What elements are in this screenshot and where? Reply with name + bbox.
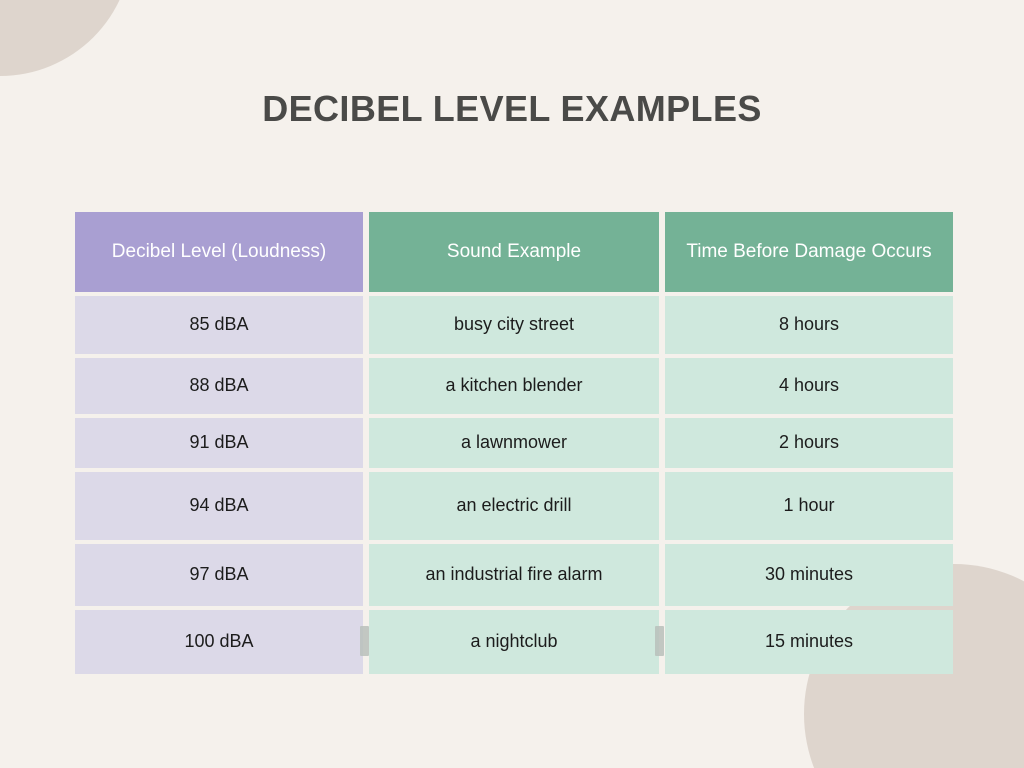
table-row: 91 dBA a lawnmower 2 hours <box>75 418 953 468</box>
cell-decibel-level: 100 dBA <box>75 610 363 674</box>
cell-sound-example: busy city street <box>369 296 659 354</box>
cell-time-before-damage: 4 hours <box>665 358 953 414</box>
column-resize-handle-2[interactable] <box>655 626 664 656</box>
cell-decibel-level: 97 dBA <box>75 544 363 606</box>
cell-decibel-level: 88 dBA <box>75 358 363 414</box>
table-header-cell-sound-example: Sound Example <box>369 212 659 292</box>
table-row: 100 dBA a nightclub 15 minutes <box>75 610 953 674</box>
cell-sound-example: an industrial fire alarm <box>369 544 659 606</box>
table-header-row: Decibel Level (Loudness) Sound Example T… <box>75 212 953 292</box>
decor-circle-top-left <box>0 0 132 76</box>
cell-time-before-damage: 2 hours <box>665 418 953 468</box>
table-row: 97 dBA an industrial fire alarm 30 minut… <box>75 544 953 606</box>
cell-time-before-damage: 1 hour <box>665 472 953 540</box>
cell-time-before-damage: 8 hours <box>665 296 953 354</box>
cell-sound-example: a kitchen blender <box>369 358 659 414</box>
cell-decibel-level: 94 dBA <box>75 472 363 540</box>
cell-sound-example: an electric drill <box>369 472 659 540</box>
column-resize-handle-1[interactable] <box>360 626 369 656</box>
cell-sound-example: a lawnmower <box>369 418 659 468</box>
table-header-cell-time-before-damage: Time Before Damage Occurs <box>665 212 953 292</box>
cell-decibel-level: 91 dBA <box>75 418 363 468</box>
cell-time-before-damage: 30 minutes <box>665 544 953 606</box>
page-title: DECIBEL LEVEL EXAMPLES <box>262 88 762 129</box>
table-header-cell-decibel-level: Decibel Level (Loudness) <box>75 212 363 292</box>
cell-decibel-level: 85 dBA <box>75 296 363 354</box>
table-row: 85 dBA busy city street 8 hours <box>75 296 953 354</box>
decibel-level-table: Decibel Level (Loudness) Sound Example T… <box>75 212 953 674</box>
cell-time-before-damage: 15 minutes <box>665 610 953 674</box>
cell-sound-example: a nightclub <box>369 610 659 674</box>
table-row: 94 dBA an electric drill 1 hour <box>75 472 953 540</box>
table-row: 88 dBA a kitchen blender 4 hours <box>75 358 953 414</box>
